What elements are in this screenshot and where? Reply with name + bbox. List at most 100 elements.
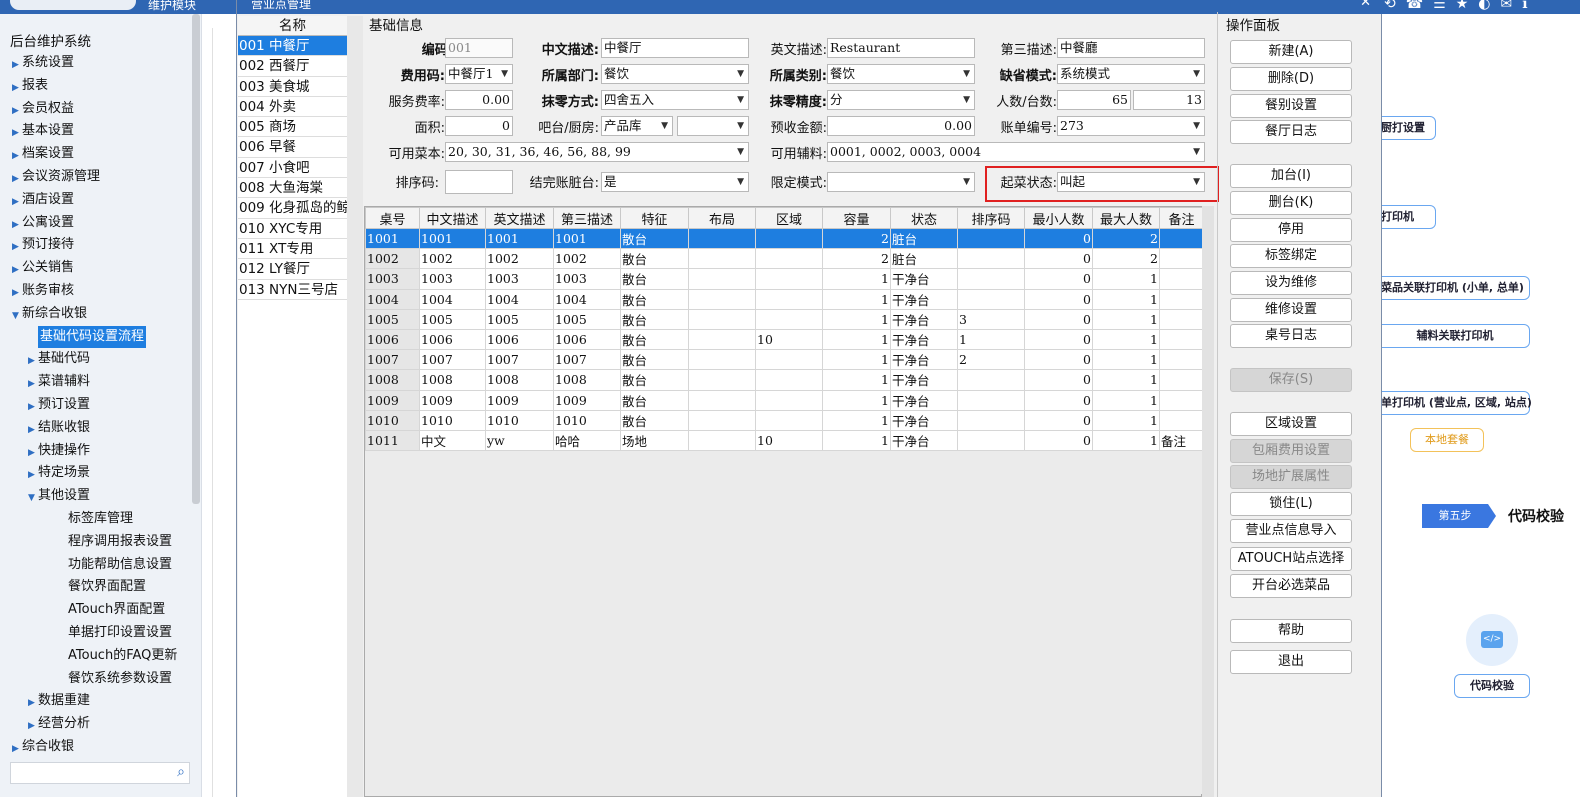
table-cell[interactable]: 1004 xyxy=(553,288,621,310)
sidebar-search-input[interactable]: ⌕ xyxy=(10,762,190,784)
column-header[interactable]: 布局 xyxy=(688,207,756,229)
table-cell[interactable]: 干净台 xyxy=(890,349,958,371)
flow-node-dish-printer[interactable]: 菜品关联打印机 (小单, 总单) xyxy=(1372,276,1530,300)
sidebar-item[interactable]: ▼ 新综合收银 xyxy=(0,303,200,326)
table-cell[interactable]: 1001 xyxy=(485,227,554,250)
sort-field[interactable] xyxy=(445,170,513,194)
op-button[interactable]: 餐厅日志 xyxy=(1230,120,1352,144)
sidebar-item[interactable]: ▶ 特定场景 xyxy=(0,462,200,485)
table-cell[interactable]: 1004 xyxy=(365,288,420,310)
table-cell[interactable]: 1 xyxy=(822,389,891,411)
op-button[interactable]: 维修设置 xyxy=(1230,298,1352,322)
table-cell[interactable] xyxy=(957,248,1025,270)
sidebar-item[interactable]: ▶ 预订设置 xyxy=(0,394,200,417)
list-item[interactable]: 007 小食吧 xyxy=(238,158,347,179)
table-cell[interactable]: 1 xyxy=(822,369,891,391)
table-cell[interactable] xyxy=(1159,409,1204,431)
table-cell[interactable]: 1005 xyxy=(485,308,554,330)
op-button[interactable]: 保存(S) xyxy=(1230,368,1352,392)
list-item[interactable]: 010 XYC专用 xyxy=(238,219,347,239)
table-cell[interactable] xyxy=(957,227,1025,250)
op-button[interactable]: 锁住(L) xyxy=(1230,492,1352,516)
table-cell[interactable]: 1011 xyxy=(365,429,420,452)
list-item[interactable]: 003 美食城 xyxy=(238,77,347,97)
service-rate-field[interactable]: 0.00 xyxy=(445,90,513,110)
table-cell[interactable]: 1010 xyxy=(485,409,554,431)
table-cell[interactable]: 散台 xyxy=(620,288,689,310)
table-cell[interactable]: 0 xyxy=(1024,429,1093,452)
list-item[interactable]: 006 早餐 xyxy=(238,137,347,158)
table-cell[interactable]: 0 xyxy=(1024,248,1093,270)
table-cell[interactable]: 1 xyxy=(1092,389,1160,411)
bar-kitchen-select[interactable]: 产品库 xyxy=(601,116,673,136)
dept-select[interactable]: 餐饮 xyxy=(601,64,749,84)
sidebar-item[interactable]: 功能帮助信息设置 xyxy=(0,554,200,577)
table-cell[interactable]: 1008 xyxy=(365,369,420,391)
table-cell[interactable]: 1 xyxy=(822,409,891,431)
table-cell[interactable]: 干净台 xyxy=(890,389,958,411)
table-cell[interactable]: 干净台 xyxy=(890,328,958,351)
code-check-circle[interactable]: </> xyxy=(1466,614,1518,666)
list-item[interactable]: 008 大鱼海棠 xyxy=(238,178,347,199)
table-cell[interactable] xyxy=(688,248,756,270)
sidebar-item[interactable]: ▶ 会员权益 xyxy=(0,98,200,121)
table-cell[interactable] xyxy=(1159,308,1204,330)
column-header[interactable]: 区域 xyxy=(755,207,823,229)
sidebar-item[interactable]: 程序调用报表设置 xyxy=(0,531,200,554)
table-cell[interactable]: 0 xyxy=(1024,409,1093,431)
table-cell[interactable]: 干净台 xyxy=(890,288,958,310)
table-cell[interactable]: 干净台 xyxy=(890,429,958,452)
table-cell[interactable]: 1005 xyxy=(553,308,621,330)
table-cell[interactable]: 10 xyxy=(755,429,823,452)
flow-node-aux-printer[interactable]: 辅料关联打印机 xyxy=(1372,324,1530,348)
table-cell[interactable]: 1005 xyxy=(365,308,420,330)
table-cell[interactable]: 2 xyxy=(822,227,891,250)
fee-code-select[interactable]: 中餐厅1 xyxy=(445,64,513,84)
table-cell[interactable]: 1008 xyxy=(553,369,621,391)
table-row[interactable]: 1009 1009 1009 1009 散台 1 干净台 0 1 xyxy=(365,389,1204,411)
list-item[interactable]: 004 外卖 xyxy=(238,97,347,118)
table-cell[interactable]: 1009 xyxy=(365,389,420,411)
table-cell[interactable]: 散台 xyxy=(620,389,689,411)
table-cell[interactable]: 散台 xyxy=(620,227,689,250)
sidebar-item[interactable]: ▶ 档案设置 xyxy=(0,143,200,166)
table-cell[interactable] xyxy=(755,288,823,310)
table-cell[interactable] xyxy=(957,409,1025,431)
table-cell[interactable] xyxy=(755,409,823,431)
table-cell[interactable]: 1002 xyxy=(485,248,554,270)
cn-desc-field[interactable]: 中餐厅 xyxy=(601,38,749,58)
table-cell[interactable] xyxy=(1159,268,1204,290)
table-cell[interactable]: 散台 xyxy=(620,369,689,391)
flow-node-code-check[interactable]: 代码校验 xyxy=(1454,674,1530,698)
table-cell[interactable]: 0 xyxy=(1024,288,1093,310)
table-cell[interactable] xyxy=(1159,248,1204,270)
dirty-select[interactable]: 是 xyxy=(601,172,749,192)
table-cell[interactable] xyxy=(688,409,756,431)
table-cell[interactable]: 0 xyxy=(1024,389,1093,411)
table-cell[interactable]: 1 xyxy=(1092,288,1160,310)
sidebar-item[interactable]: ▶ 综合收银 xyxy=(0,736,200,759)
sidebar-item[interactable]: ▶ 快捷操作 xyxy=(0,440,200,463)
bill-no-select[interactable]: 273 xyxy=(1057,116,1205,136)
sidebar-item[interactable]: ▶ 基本设置 xyxy=(0,120,200,143)
table-cell[interactable]: 1 xyxy=(822,429,891,452)
sidebar-item[interactable]: ▼ 其他设置 xyxy=(0,485,200,508)
table-cell[interactable]: 1007 xyxy=(553,349,621,371)
table-cell[interactable]: 1004 xyxy=(419,288,486,310)
table-row[interactable]: 1004 1004 1004 1004 散台 1 干净台 0 1 xyxy=(365,288,1204,310)
op-button[interactable]: 营业点信息导入 xyxy=(1230,519,1352,543)
table-row[interactable]: 1010 1010 1010 1010 散台 1 干净台 0 1 xyxy=(365,409,1204,431)
prepaid-field[interactable]: 0.00 xyxy=(827,116,975,136)
flow-node-local-set[interactable]: 本地套餐 xyxy=(1410,428,1484,452)
table-cell[interactable]: 1003 xyxy=(485,268,554,290)
column-header[interactable]: 排序码 xyxy=(957,207,1025,229)
column-header[interactable]: 最大人数 xyxy=(1092,207,1160,229)
sidebar-item[interactable]: ▶ 公寓设置 xyxy=(0,212,200,235)
table-cell[interactable] xyxy=(755,248,823,270)
table-cell[interactable]: 1007 xyxy=(419,349,486,371)
table-cell[interactable]: 1 xyxy=(1092,268,1160,290)
close-icon[interactable]: ✕ xyxy=(1360,0,1371,10)
table-cell[interactable]: 1010 xyxy=(553,409,621,431)
column-header[interactable]: 桌号 xyxy=(365,207,420,229)
table-cell[interactable]: 1008 xyxy=(485,369,554,391)
